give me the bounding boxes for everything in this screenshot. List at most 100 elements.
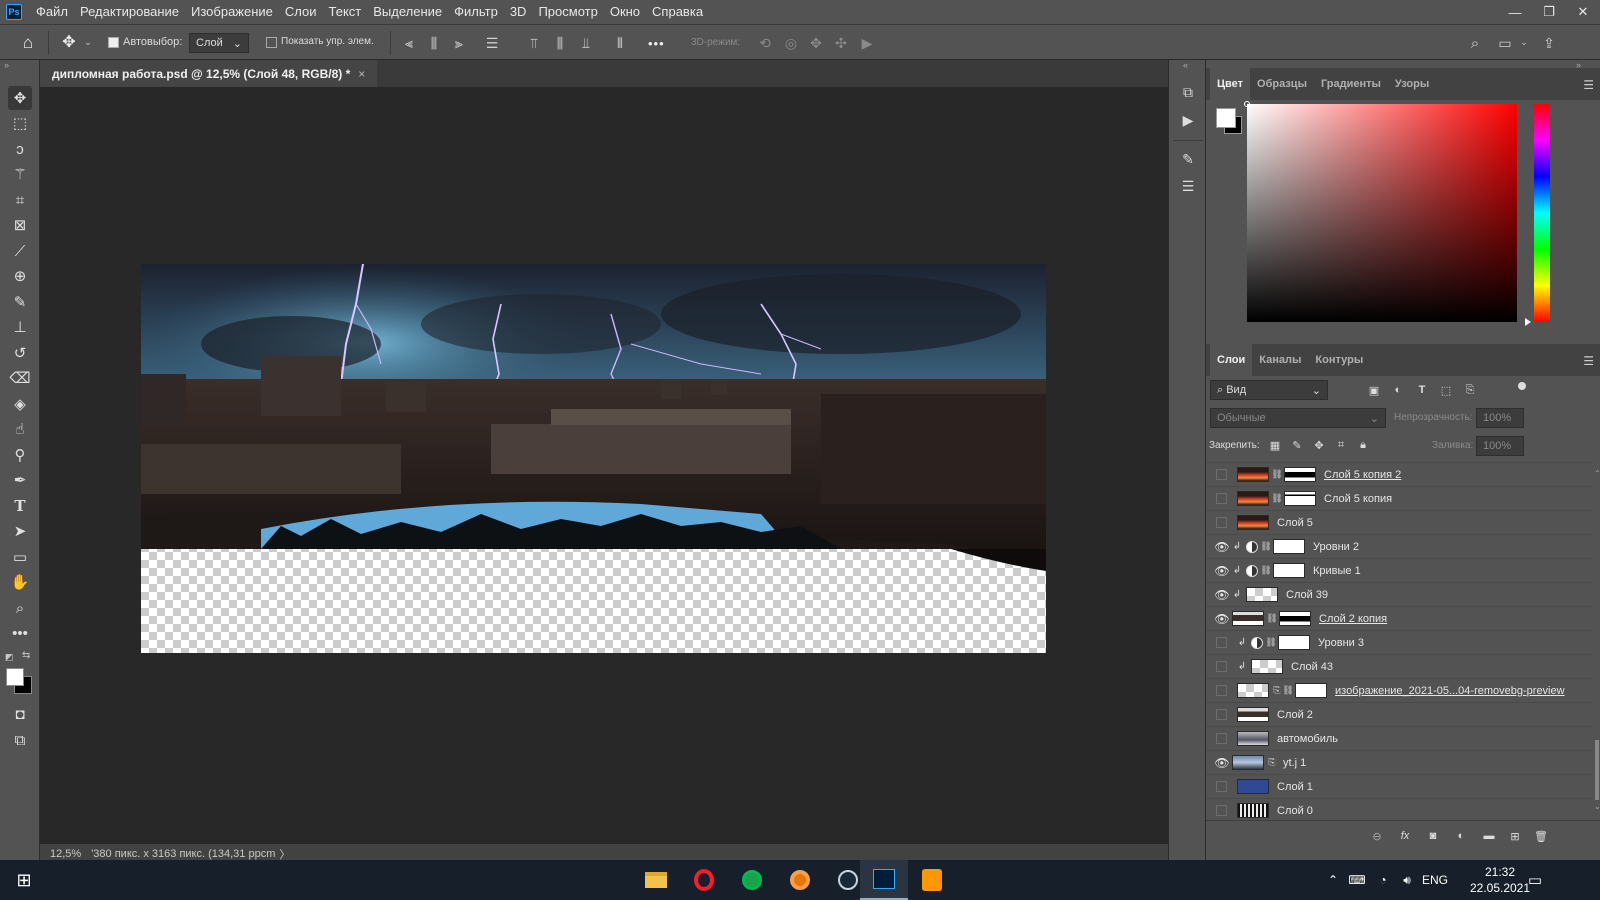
file-explorer-icon[interactable]: [632, 860, 680, 900]
layer-filter-dropdown[interactable]: ⌕ Вид ⌄: [1210, 380, 1328, 400]
filter-toggle-icon[interactable]: [1518, 382, 1526, 390]
layer-mask-thumbnail[interactable]: [1284, 467, 1316, 482]
layer-row[interactable]: 👁︎ ⎘ yt.j 1: [1206, 750, 1592, 774]
pixel-filter-icon[interactable]: ▣: [1366, 382, 1382, 398]
frame-tool-icon[interactable]: ⊠: [8, 213, 32, 237]
layer-name[interactable]: Слой 39: [1286, 589, 1328, 601]
layer-row[interactable]: ⛓︎ Слой 5 копия 2: [1206, 462, 1592, 486]
adjustments-icon[interactable]: ☰: [1176, 174, 1200, 198]
visibility-eye-icon[interactable]: 👁︎: [1212, 535, 1232, 559]
eraser-tool-icon[interactable]: ⌫: [8, 366, 32, 390]
video-camera-icon[interactable]: ▶: [858, 34, 876, 52]
link-layers-icon[interactable]: ⊖: [1368, 827, 1386, 845]
layer-name[interactable]: Слой 1: [1277, 781, 1313, 793]
panel-menu-icon[interactable]: ☰: [1583, 78, 1594, 92]
workspace-icon[interactable]: ▭: [1496, 34, 1514, 52]
color-picker-handle[interactable]: [1244, 101, 1250, 107]
blender-icon[interactable]: [776, 860, 824, 900]
layer-thumbnail[interactable]: [1237, 683, 1269, 698]
lock-all-icon[interactable]: 🔒︎: [1356, 438, 1370, 452]
clock-time[interactable]: 21:32: [1470, 865, 1530, 879]
brush-settings-icon[interactable]: ✎: [1176, 147, 1200, 171]
color-field[interactable]: [1247, 104, 1517, 322]
delete-layer-icon[interactable]: 🗑︎: [1532, 827, 1550, 845]
marquee-tool-icon[interactable]: ⬚: [8, 111, 32, 135]
menu-item[interactable]: Файл: [30, 0, 74, 24]
hand-tool-icon[interactable]: ✋: [8, 570, 32, 594]
app-green-icon[interactable]: [728, 860, 776, 900]
more-tools-icon[interactable]: •••: [8, 621, 32, 645]
layer-thumbnail[interactable]: [1251, 659, 1283, 674]
layer-mask-thumbnail[interactable]: [1273, 539, 1305, 554]
visibility-toggle[interactable]: [1216, 733, 1227, 744]
quick-mask-icon[interactable]: ◘: [8, 702, 32, 726]
align-bottom-icon[interactable]: ⫫: [577, 34, 595, 52]
layer-name[interactable]: Слой 5 копия: [1324, 493, 1392, 505]
layer-row[interactable]: Слой 2: [1206, 702, 1592, 726]
autoselect-checkbox[interactable]: [108, 37, 119, 48]
layer-thumbnail[interactable]: [1237, 491, 1269, 506]
type-tool-icon[interactable]: T: [8, 494, 32, 518]
search-icon[interactable]: ⌕: [1466, 34, 1484, 52]
scroll-up-icon[interactable]: ⌃: [1594, 469, 1600, 478]
new-layer-icon[interactable]: ⊞: [1506, 827, 1524, 845]
layer-mask-thumbnail[interactable]: [1273, 563, 1305, 578]
layer-name[interactable]: автомобиль: [1277, 733, 1338, 745]
pan-3d-icon[interactable]: ✥: [807, 34, 825, 52]
hue-slider[interactable]: [1534, 104, 1550, 322]
language-indicator[interactable]: ENG: [1422, 873, 1448, 887]
layer-mask-thumbnail[interactable]: [1279, 611, 1311, 626]
new-group-icon[interactable]: ▬: [1480, 827, 1498, 845]
lock-artboard-icon[interactable]: ⌗: [1334, 438, 1348, 452]
visibility-toggle[interactable]: [1216, 517, 1227, 528]
pen-tool-icon[interactable]: ✒: [8, 468, 32, 492]
collapse-toolbar-icon[interactable]: »: [4, 60, 9, 70]
more-options-icon[interactable]: •••: [648, 36, 665, 51]
show-controls-checkbox[interactable]: [266, 37, 277, 48]
close-window-icon[interactable]: ✕: [1566, 0, 1600, 24]
layer-name[interactable]: Слой 2 копия: [1319, 613, 1387, 625]
adjustment-filter-icon[interactable]: ◐: [1390, 382, 1406, 398]
layer-thumbnail[interactable]: [1246, 587, 1278, 602]
layer-name[interactable]: Слой 5: [1277, 517, 1313, 529]
visibility-eye-icon[interactable]: 👁︎: [1212, 751, 1232, 775]
color-foreground-swatch[interactable]: [1216, 108, 1236, 128]
layer-row[interactable]: 👁︎ ↲ ⛓︎ Уровни 2: [1206, 534, 1592, 558]
magic-wand-icon[interactable]: ⚚: [8, 162, 32, 186]
default-colors-icon[interactable]: ◩: [5, 652, 14, 663]
visibility-eye-icon[interactable]: 👁︎: [1212, 583, 1232, 607]
opera-icon[interactable]: [680, 860, 728, 900]
layer-name[interactable]: Слой 43: [1291, 661, 1333, 673]
menu-item[interactable]: Редактирование: [74, 0, 185, 24]
lock-pixels-icon[interactable]: ✎: [1290, 438, 1304, 452]
actions-play-icon[interactable]: ▶: [1176, 108, 1200, 132]
layer-row[interactable]: ⛓︎ Слой 5 копия: [1206, 486, 1592, 510]
shape-filter-icon[interactable]: ⬚: [1438, 382, 1454, 398]
layer-name[interactable]: Слой 0: [1277, 805, 1313, 817]
link-icon[interactable]: ⛓︎: [1282, 685, 1293, 697]
slide-3d-icon[interactable]: ✣: [832, 34, 850, 52]
layer-mask-thumbnail[interactable]: [1284, 491, 1316, 506]
menu-item[interactable]: Изображение: [185, 0, 279, 24]
layer-thumbnail[interactable]: [1237, 779, 1269, 794]
menu-item[interactable]: Справка: [646, 0, 709, 24]
link-icon[interactable]: ⛓︎: [1271, 469, 1282, 481]
layer-row[interactable]: ⎘ ⛓︎ изображение_2021-05...04-removebg-pre…: [1206, 678, 1592, 702]
layer-mask-thumbnail[interactable]: [1295, 683, 1327, 698]
notification-center-icon[interactable]: ▭: [1524, 870, 1546, 890]
visibility-toggle[interactable]: [1216, 493, 1227, 504]
layer-row[interactable]: 👁︎ ⛓︎ Слой 2 копия: [1206, 606, 1592, 630]
swap-colors-icon[interactable]: ⇆: [22, 650, 30, 661]
layer-name[interactable]: yt.j 1: [1283, 757, 1306, 769]
fill-input[interactable]: 100%: [1476, 436, 1524, 456]
hue-slider-handle[interactable]: [1525, 318, 1531, 326]
opacity-input[interactable]: 100%: [1476, 408, 1524, 428]
visibility-toggle[interactable]: [1216, 709, 1227, 720]
tab-color-panel[interactable]: Образцы: [1250, 68, 1314, 100]
layer-row[interactable]: ↲ Слой 43: [1206, 654, 1592, 678]
layer-thumbnail[interactable]: [1232, 755, 1264, 770]
chevron-down-icon[interactable]: ⌄: [1518, 35, 1530, 49]
tab-layers-panel[interactable]: Каналы: [1252, 344, 1308, 376]
layers-scrollbar[interactable]: [1595, 740, 1599, 800]
restore-icon[interactable]: ❐: [1532, 0, 1566, 24]
